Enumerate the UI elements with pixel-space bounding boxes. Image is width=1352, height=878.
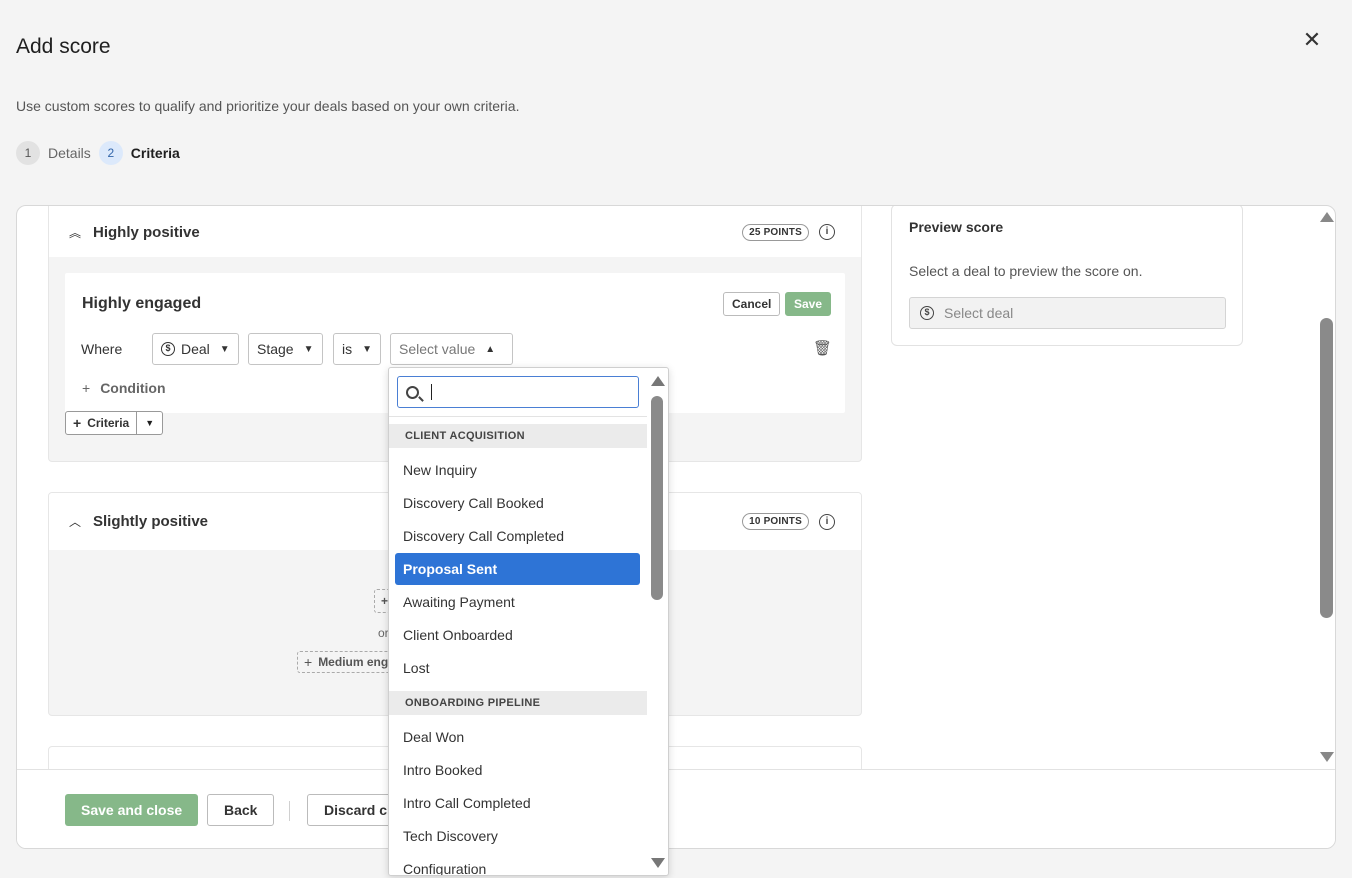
add-criteria-split-button: + Criteria ▼ <box>65 411 164 435</box>
dropdown-search-input[interactable] <box>397 376 639 408</box>
stage-dropdown: CLIENT ACQUISITION New Inquiry Discovery… <box>388 367 669 876</box>
step-criteria[interactable]: Criteria <box>131 145 180 161</box>
step-details[interactable]: Details <box>48 145 91 161</box>
footer-divider <box>289 801 290 821</box>
points-badge: 25 POINTS <box>742 223 809 241</box>
info-icon[interactable]: i <box>819 224 835 240</box>
select-deal-input[interactable]: $ Select deal <box>909 297 1226 329</box>
section-title: Highly positive <box>93 223 200 241</box>
preview-score-card: Preview score Select a deal to preview t… <box>891 206 1243 346</box>
operator-select-value: is <box>342 341 353 357</box>
scroll-thumb[interactable] <box>1320 318 1333 618</box>
dropdown-option-selected[interactable]: Proposal Sent <box>395 553 640 585</box>
modal-title: Add score <box>16 35 111 58</box>
points-badge: 10 POINTS <box>742 513 809 530</box>
scroll-up-icon[interactable] <box>651 376 665 386</box>
entity-select[interactable]: $ Deal ▼ <box>152 333 239 365</box>
caret-down-icon: ▼ <box>145 418 155 428</box>
dropdown-separator <box>389 416 647 417</box>
dropdown-option[interactable]: Tech Discovery <box>395 820 640 852</box>
scroll-thumb[interactable] <box>651 396 663 600</box>
double-chevron-up-icon[interactable]: ︽ <box>69 224 83 241</box>
dropdown-option[interactable]: Intro Booked <box>395 754 640 786</box>
chevron-up-icon[interactable]: ︿ <box>69 513 83 530</box>
step-1-number: 1 <box>16 141 40 165</box>
plus-icon: + <box>73 415 82 431</box>
scroll-down-icon[interactable] <box>1320 752 1334 762</box>
cancel-button[interactable]: Cancel <box>723 292 781 316</box>
back-button[interactable]: Back <box>207 794 275 826</box>
save-button[interactable]: Save <box>785 292 832 316</box>
dropdown-option[interactable]: Configuration <box>395 853 640 875</box>
value-select-placeholder: Select value <box>399 341 476 357</box>
dropdown-option[interactable]: Lost <box>395 652 640 684</box>
dropdown-scrollbar[interactable] <box>648 368 668 875</box>
preview-text: Select a deal to preview the score on. <box>909 263 1143 279</box>
modal-subtitle: Use custom scores to qualify and priorit… <box>16 98 520 114</box>
caret-down-icon: ▼ <box>219 343 230 355</box>
dropdown-option[interactable]: New Inquiry <box>395 454 640 486</box>
preview-title: Preview score <box>909 219 1004 235</box>
add-criteria-label: Criteria <box>87 416 130 430</box>
panel-footer: Save and close Back Discard cl <box>17 769 1335 848</box>
dropdown-option[interactable]: Awaiting Payment <box>395 586 640 618</box>
rule-title: Highly engaged <box>82 295 202 312</box>
dropdown-option[interactable]: Discovery Call Completed <box>395 520 640 552</box>
value-select[interactable]: Select value ▲ <box>390 333 513 365</box>
criteria-panel: ︽ Highly positive 25 POINTS i Highly eng… <box>16 205 1336 849</box>
close-icon[interactable]: ✕ <box>1300 28 1324 52</box>
dollar-icon: $ <box>161 342 175 356</box>
field-select[interactable]: Stage ▼ <box>248 333 323 365</box>
group-header: CLIENT ACQUISITION <box>389 424 647 448</box>
caret-up-icon: ▲ <box>485 343 496 355</box>
select-deal-placeholder: Select deal <box>944 305 1014 321</box>
field-select-value: Stage <box>257 341 294 357</box>
dropdown-option[interactable]: Discovery Call Booked <box>395 487 640 519</box>
stepper: 1 Details 2 Criteria <box>16 141 188 165</box>
add-condition-button[interactable]: + Condition <box>82 380 166 396</box>
dropdown-option[interactable]: Deal Won <box>395 721 640 753</box>
where-label: Where <box>81 341 123 357</box>
scroll-down-icon[interactable] <box>651 858 665 868</box>
plus-icon: + <box>82 380 91 396</box>
search-icon <box>406 385 419 399</box>
dropdown-option[interactable]: Client Onboarded <box>395 619 640 651</box>
trash-icon[interactable]: 🗑 <box>813 339 832 357</box>
entity-select-value: Deal <box>181 341 210 357</box>
section-header[interactable]: ︽ Highly positive 25 POINTS i <box>49 206 861 257</box>
medium-engagement-label: Medium eng <box>318 655 389 669</box>
caret-down-icon: ▼ <box>303 343 314 355</box>
panel-scrollbar[interactable] <box>1317 206 1335 769</box>
group-header: ONBOARDING PIPELINE <box>389 691 647 715</box>
add-condition-label: Condition <box>100 380 166 396</box>
plus-icon: + <box>304 654 313 670</box>
section-title: Slightly positive <box>93 513 209 530</box>
save-and-close-button[interactable]: Save and close <box>65 794 199 826</box>
step-2-number: 2 <box>98 141 123 165</box>
text-cursor <box>431 384 432 400</box>
caret-down-icon: ▼ <box>362 343 373 355</box>
dollar-icon: $ <box>920 306 934 320</box>
info-icon[interactable]: i <box>819 513 835 530</box>
operator-select[interactable]: is ▼ <box>333 333 382 365</box>
dropdown-option[interactable]: Intro Call Completed <box>395 787 640 819</box>
criteria-options-button[interactable]: ▼ <box>137 411 164 435</box>
plus-icon: + <box>381 594 389 608</box>
scroll-up-icon[interactable] <box>1320 212 1334 222</box>
add-criteria-button[interactable]: + Criteria <box>65 411 138 435</box>
